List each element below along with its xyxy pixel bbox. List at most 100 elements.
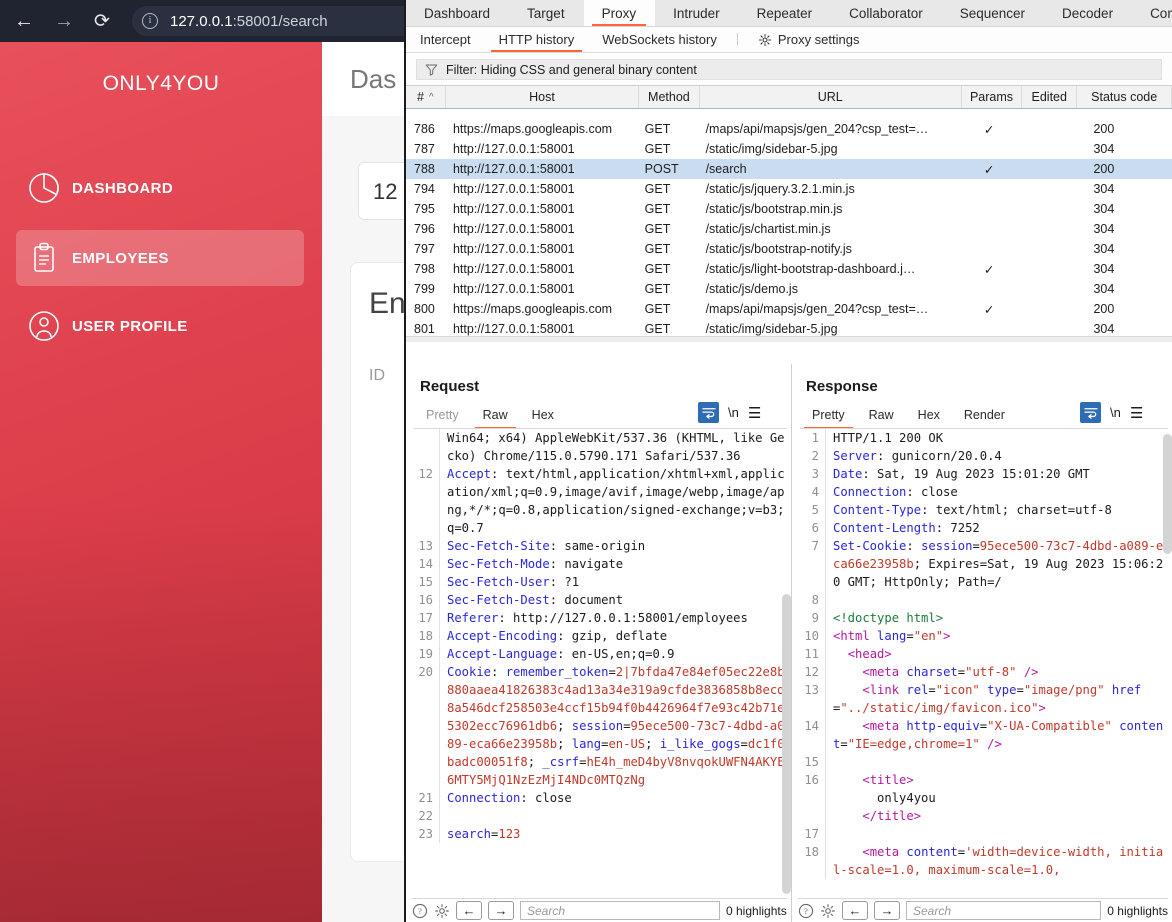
response-line: Content-Type: text/html; charset=utf-8: [833, 501, 1168, 519]
response-token: : text/html; charset=utf-8: [921, 503, 1112, 517]
burp-subtab-websockets-history[interactable]: WebSockets history: [588, 27, 731, 52]
show-newline-icon[interactable]: \n: [728, 405, 739, 420]
show-newline-icon[interactable]: \n: [1110, 405, 1121, 420]
search-prev-button[interactable]: ←: [456, 901, 482, 920]
http-history-hscrollbar[interactable]: [406, 336, 1172, 342]
burp-tab-sequencer[interactable]: Sequencer: [942, 0, 1044, 26]
search-next-button[interactable]: →: [488, 901, 514, 920]
sidebar-item-user-profile[interactable]: USER PROFILE: [16, 298, 304, 354]
table-row[interactable]: 796 http://127.0.0.1:58001 GET/static/js/c…: [406, 219, 1172, 239]
proxy-settings-button[interactable]: Proxy settings: [744, 27, 874, 52]
history-column-params[interactable]: Params: [962, 86, 1023, 108]
request-token: Accept: [447, 467, 492, 481]
table-row[interactable]: 794 http://127.0.0.1:58001 GET/static/js/j…: [406, 179, 1172, 199]
response-vertical-scrollbar[interactable]: [1163, 434, 1172, 554]
table-row[interactable]: 800 https://maps.googleapis.com GET/maps/a…: [406, 299, 1172, 319]
history-column-url[interactable]: URL: [700, 86, 962, 108]
history-column-status-code[interactable]: Status code: [1077, 86, 1172, 108]
request-token: : same-origin: [549, 539, 646, 553]
http-history-rows[interactable]: 786 https://maps.googleapis.com GET/maps/a…: [406, 119, 1172, 336]
burp-subtab-intercept[interactable]: Intercept: [406, 27, 485, 52]
response-tab-label: Render: [963, 408, 1005, 422]
request-editor[interactable]: 12 13 14 15 16 17 18 19 20 21 22 23 Win64; x64) App…: [414, 428, 787, 896]
site-info-icon[interactable]: i: [142, 13, 158, 29]
table-row[interactable]: 787 http://127.0.0.1:58001 GET/static/img/…: [406, 139, 1172, 159]
burp-tab-comparer[interactable]: Comparer: [1132, 0, 1172, 26]
request-line: Sec-Fetch-Mode: navigate: [447, 555, 787, 573]
table-row[interactable]: 801 http://127.0.0.1:58001 GET/static/img/…: [406, 319, 1172, 336]
table-row[interactable]: 788 http://127.0.0.1:58001 POST/search ✓ 200: [406, 159, 1172, 179]
search-input-value: 12: [373, 179, 398, 204]
burp-tab-decoder[interactable]: Decoder: [1044, 0, 1132, 26]
gear-icon[interactable]: [820, 903, 836, 919]
history-column-host[interactable]: Host: [446, 86, 640, 108]
request-vertical-scrollbar[interactable]: [782, 594, 791, 894]
search-input-card[interactable]: 12: [358, 162, 410, 220]
request-token: ;: [645, 737, 660, 751]
word-wrap-icon[interactable]: [698, 402, 719, 423]
response-tab-render[interactable]: Render: [952, 404, 1017, 426]
cell-num: 796: [414, 222, 435, 236]
history-column-edited[interactable]: Edited: [1022, 86, 1078, 108]
request-token: Sec-Fetch-Mode: [447, 557, 550, 571]
history-column-[interactable]: # ^: [406, 86, 446, 108]
burp-tab-intruder[interactable]: Intruder: [655, 0, 739, 26]
filter-bar[interactable]: Filter: Hiding CSS and general binary co…: [416, 59, 1162, 80]
request-token: ;: [557, 737, 572, 751]
table-row[interactable]: 797 http://127.0.0.1:58001 GET/static/js/b…: [406, 239, 1172, 259]
response-line-number: 6: [811, 521, 819, 535]
burp-tab-collaborator[interactable]: Collaborator: [831, 0, 942, 26]
request-pane: Request Pretty Raw Hex \n ☰ 12 13 14 15 16 17 18…: [406, 364, 792, 922]
response-editor[interactable]: 1 2 3 4 5 6 7 8 9 10 11 12 13 14 15 16 17 18 HTTP/1.1 200…: [800, 428, 1168, 896]
request-token: Sec-Fetch-Site: [447, 539, 550, 553]
browser-forward-icon[interactable]: →: [52, 9, 76, 33]
help-icon[interactable]: ?: [412, 903, 428, 919]
burp-tab-label: Repeater: [756, 5, 813, 21]
request-line-number: 23: [418, 827, 433, 841]
history-column-method[interactable]: Method: [639, 86, 700, 108]
browser-reload-icon[interactable]: ⟳: [90, 9, 114, 33]
response-search-input[interactable]: Search: [906, 901, 1102, 920]
table-row[interactable]: 786 https://maps.googleapis.com GET/maps/a…: [406, 119, 1172, 139]
request-token: Cookie: [447, 665, 492, 679]
help-icon[interactable]: ?: [798, 903, 814, 919]
response-token: >: [1038, 701, 1046, 715]
sidebar-item-dashboard[interactable]: DASHBOARD: [16, 160, 304, 216]
sidebar-item-employees[interactable]: EMPLOYEES: [16, 230, 304, 286]
response-menu-icon[interactable]: ☰: [1130, 404, 1143, 422]
burp-tab-dashboard[interactable]: Dashboard: [406, 0, 509, 26]
request-token: : close: [520, 791, 572, 805]
request-search-input[interactable]: Search: [520, 901, 720, 920]
response-line-number: 2: [811, 449, 819, 463]
table-row[interactable]: [406, 109, 1172, 119]
user-circle-icon: [16, 309, 72, 343]
request-menu-icon[interactable]: ☰: [748, 404, 761, 422]
table-row[interactable]: 795 http://127.0.0.1:58001 GET/static/js/b…: [406, 199, 1172, 219]
burp-tab-repeater[interactable]: Repeater: [739, 0, 832, 26]
burp-subtab-label: WebSockets history: [602, 32, 717, 47]
search-next-button[interactable]: →: [874, 901, 900, 920]
gear-icon[interactable]: [434, 903, 450, 919]
table-row[interactable]: 798 http://127.0.0.1:58001 GET/static/js/l…: [406, 259, 1172, 279]
request-tab-pretty[interactable]: Pretty: [414, 404, 471, 426]
table-row[interactable]: 799 http://127.0.0.1:58001 GET/static/js/d…: [406, 279, 1172, 299]
request-line-number: 14: [418, 557, 433, 571]
browser-back-icon[interactable]: ←: [12, 9, 36, 33]
burp-subtab-http-history[interactable]: HTTP history: [485, 27, 589, 52]
response-line: [833, 591, 1168, 609]
burp-tab-proxy[interactable]: Proxy: [583, 0, 656, 26]
cell-host: https://maps.googleapis.com: [452, 302, 613, 316]
response-tab-pretty[interactable]: Pretty: [800, 404, 857, 429]
sort-ascending-icon: ^: [428, 91, 434, 103]
request-tab-hex[interactable]: Hex: [520, 404, 566, 426]
burp-tab-target[interactable]: Target: [509, 0, 584, 26]
request-line-number: 17: [418, 611, 433, 625]
cell-url: /static/js/bootstrap.min.js: [705, 202, 843, 216]
word-wrap-icon[interactable]: [1080, 402, 1101, 423]
response-tab-hex[interactable]: Hex: [906, 404, 952, 426]
search-prev-button[interactable]: ←: [842, 901, 868, 920]
response-token: <html: [833, 629, 878, 643]
response-tab-raw[interactable]: Raw: [857, 404, 906, 426]
request-tab-raw[interactable]: Raw: [471, 404, 520, 429]
browser-address-bar[interactable]: i 127.0.0.1:58001/search: [132, 6, 410, 36]
